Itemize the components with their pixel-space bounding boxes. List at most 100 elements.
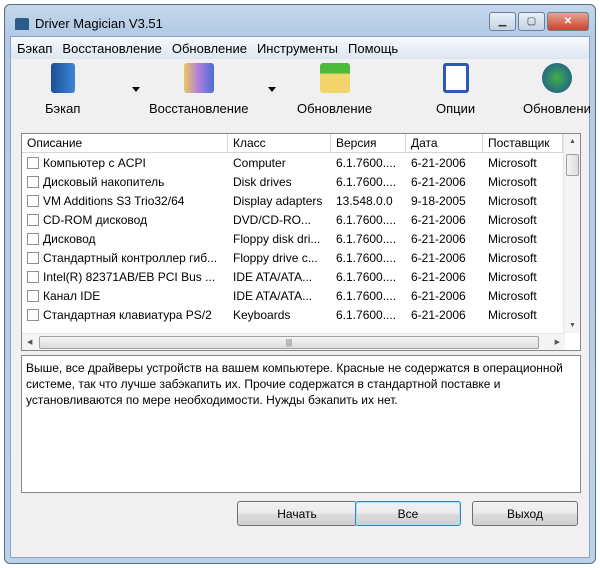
table-row[interactable]: Компьютер с ACPI Computer 6.1.7600.... 6-21… bbox=[22, 153, 580, 172]
vertical-scroll-thumb[interactable] bbox=[566, 154, 579, 176]
exit-button[interactable]: Выход bbox=[472, 501, 578, 526]
cell-text: 6.1.7600.... bbox=[336, 269, 397, 284]
scroll-left-icon[interactable]: ◀ bbox=[27, 338, 32, 346]
cell-version: 6.1.7600.... bbox=[331, 213, 406, 227]
options-button[interactable]: Опции bbox=[436, 63, 475, 116]
driver-list[interactable]: Описание Класс Версия Дата Поставщик Ком… bbox=[21, 133, 581, 351]
cell-provider: Microsoft bbox=[483, 175, 563, 189]
table-row[interactable]: Дисковый накопитель Disk drives 6.1.7600..… bbox=[22, 172, 580, 191]
cell-provider: Microsoft bbox=[483, 308, 563, 322]
row-checkbox[interactable] bbox=[27, 232, 39, 245]
table-row[interactable]: Дисковод Floppy disk dri... 6.1.7600.... 6-… bbox=[22, 229, 580, 248]
row-checkbox[interactable] bbox=[27, 175, 39, 188]
scroll-up-icon[interactable]: ▲ bbox=[569, 138, 576, 145]
cell-class: Computer bbox=[228, 156, 331, 170]
backup-button[interactable]: Бэкап bbox=[45, 63, 80, 116]
cell-text: Дисковый накопитель bbox=[43, 174, 165, 189]
row-checkbox[interactable] bbox=[27, 270, 39, 283]
cell-date: 6-21-2006 bbox=[406, 213, 483, 227]
cell-class: Floppy drive c... bbox=[228, 251, 331, 265]
cell-text: Display adapters bbox=[233, 193, 323, 208]
cell-text: DVD/CD-RO... bbox=[233, 212, 311, 227]
table-row[interactable]: Intel(R) 82371AB/EB PCI Bus ... IDE ATA/A… bbox=[22, 267, 580, 286]
cell-description: Дисковый накопитель bbox=[22, 175, 228, 189]
column-description[interactable]: Описание bbox=[22, 134, 228, 152]
cell-text: 6.1.7600.... bbox=[336, 231, 397, 246]
table-row[interactable]: Стандартный контроллер гиб... Floppy driv… bbox=[22, 248, 580, 267]
online-update-button[interactable]: Обновлени bbox=[523, 63, 591, 116]
menu-update[interactable]: Обновление bbox=[170, 41, 255, 56]
menu-backup[interactable]: Бэкап bbox=[15, 41, 60, 56]
cell-version: 6.1.7600.... bbox=[331, 251, 406, 265]
horizontal-scroll-thumb[interactable]: ||| bbox=[39, 336, 539, 349]
cell-text: IDE ATA/ATA... bbox=[233, 269, 313, 284]
vertical-scrollbar[interactable]: ▲ ▼ bbox=[563, 134, 580, 333]
app-window: Driver Magician V3.51 ▁ ▢ ✕ Бэкап Восста… bbox=[4, 4, 596, 564]
cell-text: Microsoft bbox=[488, 212, 537, 227]
restore-folder-icon bbox=[183, 63, 214, 93]
close-button[interactable]: ✕ bbox=[547, 12, 589, 31]
cell-version: 6.1.7600.... bbox=[331, 270, 406, 284]
row-checkbox[interactable] bbox=[27, 289, 39, 302]
start-button[interactable]: Начать bbox=[237, 501, 357, 526]
cell-date: 6-21-2006 bbox=[406, 289, 483, 303]
cell-text: Стандартный контроллер гиб... bbox=[43, 250, 218, 265]
backup-dropdown-arrow[interactable] bbox=[132, 87, 140, 92]
scroll-right-icon[interactable]: ▶ bbox=[555, 338, 560, 346]
cell-text: IDE ATA/ATA... bbox=[233, 288, 313, 303]
cell-text: 6-21-2006 bbox=[411, 269, 466, 284]
cell-text: 6-21-2006 bbox=[411, 250, 466, 265]
update-button[interactable]: Обновление bbox=[297, 63, 372, 116]
cell-text: 13.548.0.0 bbox=[336, 193, 393, 208]
cell-text: 6-21-2006 bbox=[411, 307, 466, 322]
restore-button[interactable]: Восстановление bbox=[149, 63, 248, 116]
menu-restore[interactable]: Восстановление bbox=[60, 41, 169, 56]
maximize-button[interactable]: ▢ bbox=[518, 12, 545, 31]
cell-version: 6.1.7600.... bbox=[331, 289, 406, 303]
cell-text: Microsoft bbox=[488, 269, 537, 284]
column-provider[interactable]: Поставщик bbox=[483, 134, 563, 152]
menu-help[interactable]: Помощь bbox=[346, 41, 406, 56]
table-row[interactable]: CD-ROM дисковод DVD/CD-RO... 6.1.7600.... 6… bbox=[22, 210, 580, 229]
all-button[interactable]: Все bbox=[355, 501, 461, 526]
table-row[interactable]: VM Additions S3 Trio32/64 Display adapter… bbox=[22, 191, 580, 210]
cell-text: 6.1.7600.... bbox=[336, 307, 397, 322]
row-checkbox[interactable] bbox=[27, 308, 39, 321]
row-checkbox[interactable] bbox=[27, 251, 39, 264]
cell-provider: Microsoft bbox=[483, 289, 563, 303]
minimize-button[interactable]: ▁ bbox=[489, 12, 516, 31]
column-class[interactable]: Класс bbox=[228, 134, 331, 152]
horizontal-scrollbar[interactable]: ◀ ||| ▶ bbox=[22, 333, 565, 350]
row-checkbox[interactable] bbox=[27, 213, 39, 226]
cell-class: Disk drives bbox=[228, 175, 331, 189]
cell-text: 9-18-2005 bbox=[411, 193, 466, 208]
table-row[interactable]: Стандартная клавиатура PS/2 Keyboards 6.1.… bbox=[22, 305, 580, 324]
row-checkbox[interactable] bbox=[27, 156, 39, 169]
cell-description: CD-ROM дисковод bbox=[22, 213, 228, 227]
cell-text: Microsoft bbox=[488, 307, 537, 322]
cell-text: 6.1.7600.... bbox=[336, 212, 397, 227]
scroll-down-icon[interactable]: ▼ bbox=[569, 322, 576, 329]
cell-class: IDE ATA/ATA... bbox=[228, 270, 331, 284]
cell-date: 6-21-2006 bbox=[406, 270, 483, 284]
cell-text: Disk drives bbox=[233, 174, 292, 189]
folder-download-icon bbox=[319, 63, 350, 93]
table-row[interactable]: Канал IDE IDE ATA/ATA... 6.1.7600.... 6-21-… bbox=[22, 286, 580, 305]
cell-description: Intel(R) 82371AB/EB PCI Bus ... bbox=[22, 270, 228, 284]
column-date[interactable]: Дата bbox=[406, 134, 483, 152]
cell-version: 6.1.7600.... bbox=[331, 156, 406, 170]
cell-class: Display adapters bbox=[228, 194, 331, 208]
cell-description: Компьютер с ACPI bbox=[22, 156, 228, 170]
globe-icon bbox=[541, 63, 572, 93]
cell-description: Стандартная клавиатура PS/2 bbox=[22, 308, 228, 322]
restore-dropdown-arrow[interactable] bbox=[268, 87, 276, 92]
cell-date: 9-18-2005 bbox=[406, 194, 483, 208]
menu-tools[interactable]: Инструменты bbox=[255, 41, 346, 56]
cell-text: Computer bbox=[233, 155, 286, 170]
cell-text: Microsoft bbox=[488, 250, 537, 265]
cell-provider: Microsoft bbox=[483, 251, 563, 265]
column-version[interactable]: Версия bbox=[331, 134, 406, 152]
cell-text: 6.1.7600.... bbox=[336, 174, 397, 189]
cell-text: Дисковод bbox=[43, 231, 96, 246]
row-checkbox[interactable] bbox=[27, 194, 39, 207]
